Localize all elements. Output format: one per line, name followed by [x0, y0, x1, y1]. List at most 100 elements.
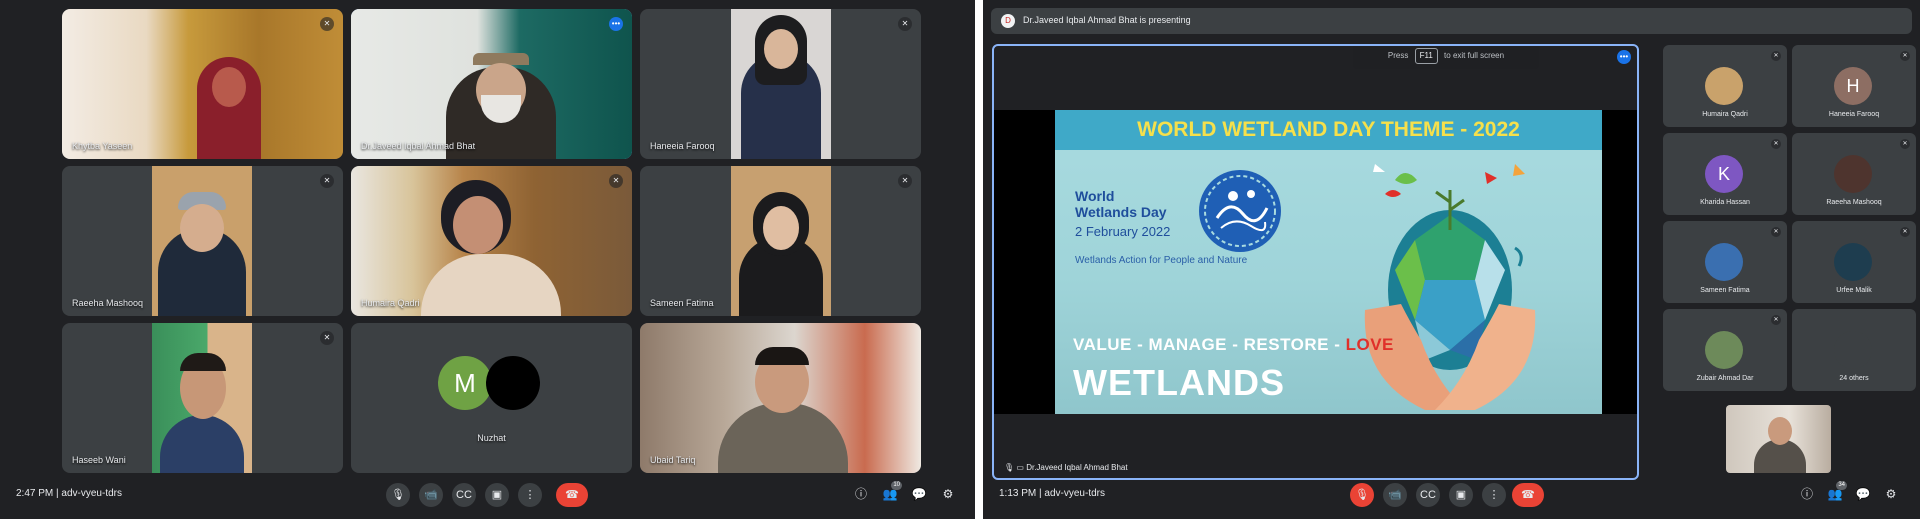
camera-toggle-button[interactable]: 📹: [419, 483, 443, 507]
slide-big-word: WETLANDS: [1073, 362, 1285, 403]
participant-tile[interactable]: Humaira Qadri ✕: [351, 166, 632, 316]
participant-name: Humaira Qadri: [1702, 111, 1748, 118]
participant-tile[interactable]: ✕ Sameen Fatima: [1663, 221, 1787, 303]
meeting-info-icon[interactable]: ⓘ: [852, 485, 870, 503]
participant-video: [351, 9, 632, 159]
avatar: [1834, 155, 1872, 193]
avatar: H: [1834, 67, 1872, 105]
meeting-code: adv-vyeu-tdrs: [61, 488, 122, 499]
participant-tile[interactable]: ✕ Urfee Malik: [1792, 221, 1916, 303]
avatar: [1834, 331, 1872, 369]
slide-slogan: VALUE - MANAGE - RESTORE - LOVE: [1073, 335, 1394, 354]
mic-off-icon: ✕: [1771, 51, 1781, 61]
participant-name: Sameen Fatima: [1700, 287, 1750, 294]
mic-off-icon: ✕: [320, 17, 334, 31]
speaking-indicator-icon: •••: [1617, 50, 1631, 64]
people-button[interactable]: 👥 34: [1826, 481, 1847, 503]
mic-off-icon: ✕: [1771, 139, 1781, 149]
wetlands-logo-icon: [1199, 170, 1281, 252]
fullscreen-toast: Press F11 to exit full screen: [1353, 46, 1539, 69]
avatar: [1834, 243, 1872, 281]
people-button[interactable]: 👥 10: [881, 481, 902, 503]
participant-video: [731, 166, 831, 316]
participant-tile[interactable]: Ubaid Tariq: [640, 323, 921, 473]
participant-tile[interactable]: ✕ Raeeha Mashooq: [1792, 133, 1916, 215]
participant-name: Kharida Hassan: [1700, 199, 1750, 206]
clock-time: 2:47 PM: [16, 488, 54, 499]
mic-off-icon: ✕: [1771, 227, 1781, 237]
participant-name: Nuzhat: [477, 433, 506, 443]
clock-time: 1:13 PM: [999, 488, 1037, 499]
mic-toggle-button[interactable]: 🎙: [386, 483, 410, 507]
participant-name: Ubaid Tariq: [650, 455, 696, 465]
bottom-toolbar: 1:13 PM | adv-vyeu-tdrs 🎙 📹 CC ▣ ⋮ ☎ ⓘ 👥…: [983, 471, 1920, 519]
participant-video: [152, 323, 252, 473]
mic-off-icon: ✕: [898, 174, 912, 188]
participant-video: [640, 323, 921, 473]
mic-off-icon: ✕: [1900, 51, 1910, 61]
participant-tile[interactable]: Raeeha Mashooq ✕: [62, 166, 343, 316]
participant-name: Zubair Ahmad Dar: [1696, 375, 1754, 382]
slide-logo-text: World Wetlands Day: [1075, 188, 1167, 220]
present-now-button[interactable]: ▣: [485, 483, 509, 507]
mic-off-icon: ✕: [320, 174, 334, 188]
presenting-text: Dr.Javeed Iqbal Ahmad Bhat is presenting: [1023, 15, 1191, 25]
avatar: [1705, 243, 1743, 281]
activities-icon[interactable]: ⚙: [1882, 485, 1900, 503]
participant-name: Urfee Malik: [1836, 287, 1872, 294]
self-view-tile[interactable]: [1726, 405, 1831, 473]
participant-name: Khytba Yaseen: [72, 141, 133, 151]
participant-name: Sameen Fatima: [650, 298, 714, 308]
mic-off-icon: ✕: [898, 17, 912, 31]
participant-tile[interactable]: ✕ Humaira Qadri: [1663, 45, 1787, 127]
participant-tile[interactable]: Khytba Yaseen ✕: [62, 9, 343, 159]
people-count-badge: 10: [891, 481, 902, 490]
participant-video: [351, 166, 632, 316]
participant-tile[interactable]: ✕ Zubair Ahmad Dar: [1663, 309, 1787, 391]
slide-date: 2 February 2022: [1075, 224, 1171, 239]
people-count-badge: 34: [1836, 481, 1847, 490]
slide-tagline: Wetlands Action for People and Nature: [1075, 255, 1248, 266]
more-options-button[interactable]: ⋮: [1482, 483, 1506, 507]
participant-name: Haneeia Farooq: [650, 141, 715, 151]
slide-title: WORLD WETLAND DAY THEME - 2022: [1055, 110, 1602, 150]
more-options-button[interactable]: ⋮: [518, 483, 542, 507]
participant-name: Raeeha Mashooq: [72, 298, 144, 308]
presentation-stage[interactable]: Press F11 to exit full screen ••• WORLD …: [992, 44, 1639, 480]
activities-icon[interactable]: ⚙: [939, 485, 957, 503]
meeting-info-icon[interactable]: ⓘ: [1798, 485, 1816, 503]
participant-tile[interactable]: H ✕ Haneeia Farooq: [1792, 45, 1916, 127]
meet-window-presentation: D Dr.Javeed Iqbal Ahmad Bhat is presenti…: [983, 0, 1920, 519]
participant-name: Dr.Javeed Iqbal Ahmad Bhat: [361, 141, 476, 151]
mic-off-icon: ✕: [320, 331, 334, 345]
avatar: K: [1705, 155, 1743, 193]
mic-off-icon: ✕: [1771, 315, 1781, 325]
chat-icon[interactable]: 💬: [910, 485, 928, 503]
mic-toggle-button[interactable]: 🎙: [1350, 483, 1374, 507]
participant-video: [152, 166, 252, 316]
participant-tile[interactable]: Haseeb Wani ✕: [62, 323, 343, 473]
avatar: [1705, 67, 1743, 105]
participant-video: [62, 9, 343, 159]
captions-button[interactable]: CC: [1416, 483, 1440, 507]
leave-call-button[interactable]: ☎: [556, 483, 588, 507]
shared-slide: WORLD WETLAND DAY THEME - 2022 World Wet…: [994, 110, 1637, 414]
avatar: [1705, 331, 1743, 369]
f11-key: F11: [1414, 48, 1438, 64]
participant-tile-speaking[interactable]: Dr.Javeed Iqbal Ahmad Bhat •••: [351, 9, 632, 159]
participant-tile[interactable]: K ✕ Kharida Hassan: [1663, 133, 1787, 215]
participant-video: [731, 9, 831, 159]
participant-tile[interactable]: M Nuzhat: [351, 323, 632, 473]
captions-button[interactable]: CC: [452, 483, 476, 507]
participant-tile[interactable]: 24 others: [1792, 309, 1916, 391]
participant-tile[interactable]: Haneeia Farooq ✕: [640, 9, 921, 159]
participant-tile[interactable]: Sameen Fatima ✕: [640, 166, 921, 316]
meeting-code: adv-vyeu-tdrs: [1044, 488, 1105, 499]
avatar: [486, 356, 540, 410]
present-now-button[interactable]: ▣: [1449, 483, 1473, 507]
participant-name: Haneeia Farooq: [1828, 111, 1880, 118]
leave-call-button[interactable]: ☎: [1512, 483, 1544, 507]
camera-toggle-button[interactable]: 📹: [1383, 483, 1407, 507]
chat-icon[interactable]: 💬: [1854, 485, 1872, 503]
participant-name: 24 others: [1839, 375, 1869, 382]
